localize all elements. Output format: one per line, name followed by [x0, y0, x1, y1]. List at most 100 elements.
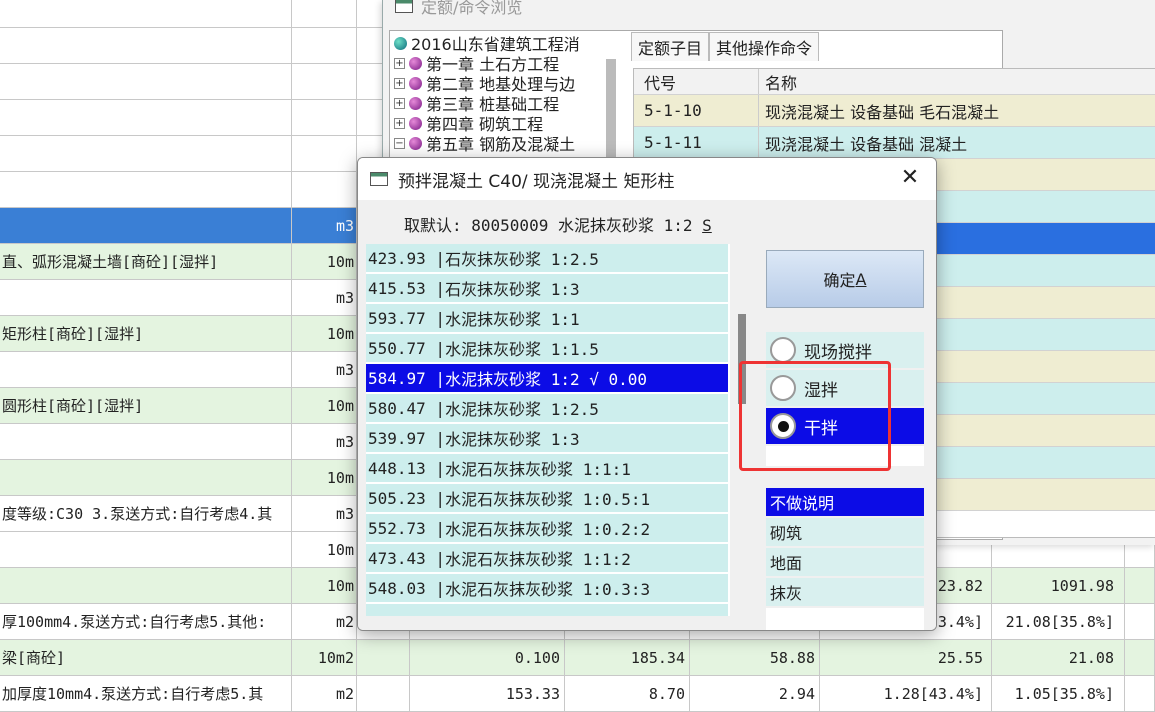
- default-hotkey: S: [702, 216, 712, 235]
- column-header-code: 代号: [634, 69, 759, 94]
- default-selection-line[interactable]: 取默认: 80050009 水泥抹灰砂浆 1:2 S: [404, 212, 712, 236]
- expand-icon[interactable]: +: [394, 117, 405, 129]
- table-cell: 10m: [292, 460, 357, 495]
- table-cell: 厚100mm4.泵送方式:自行考虑5.其他:: [0, 604, 292, 639]
- expand-icon[interactable]: +: [394, 57, 405, 69]
- table-row[interactable]: 加厚度10mm4.泵送方式:自行考虑5.其 m2 153.33 8.70 2.94 1.2…: [0, 676, 1155, 712]
- table-cell: m2: [292, 676, 357, 711]
- table-cell: m3: [292, 208, 357, 243]
- mortar-option[interactable]: 539.97 | 水泥抹灰砂浆 1:3: [366, 424, 728, 452]
- table-cell: 8.70: [565, 676, 690, 711]
- chapter-ball-icon: [409, 56, 422, 70]
- table-cell: [1125, 604, 1155, 639]
- table-cell: 10m: [292, 532, 357, 567]
- tab-quota-items[interactable]: 定额子目: [631, 32, 710, 61]
- expand-icon[interactable]: +: [394, 77, 405, 89]
- table-cell: 2.94: [690, 676, 820, 711]
- mortar-option[interactable]: [366, 604, 728, 616]
- mortar-option-list[interactable]: 423.93 | 石灰抹灰砂浆 1:2.5 415.53 | 石灰抹灰砂浆 1:3…: [366, 244, 730, 616]
- table-cell: m3: [292, 352, 357, 387]
- tab-other-commands[interactable]: 其他操作命令: [709, 32, 820, 61]
- tree-node[interactable]: 2016山东省建筑工程消: [394, 33, 580, 54]
- table-cell: m3: [292, 424, 357, 459]
- tree-node[interactable]: + 第二章 地基处理与边: [394, 73, 575, 94]
- mortar-option[interactable]: 552.73 | 水泥石灰抹灰砂浆 1:0.2:2: [366, 514, 728, 542]
- dialog-titlebar: 预拌混凝土 C40/ 现浇混凝土 矩形柱: [358, 158, 936, 200]
- option-price: 505.23 |: [368, 488, 446, 508]
- table-cell: [292, 28, 357, 63]
- table-cell: [0, 136, 292, 171]
- table-cell: [1125, 676, 1155, 711]
- mortar-option[interactable]: 505.23 | 水泥石灰抹灰砂浆 1:0.5:1: [366, 484, 728, 512]
- table-row[interactable]: 5-1-11 现浇混凝土 设备基础 混凝土: [634, 127, 1155, 159]
- tree-node[interactable]: + 第四章 砌筑工程: [394, 113, 543, 134]
- table-cell: m3: [292, 496, 357, 531]
- mortar-option[interactable]: 423.93 | 石灰抹灰砂浆 1:2.5: [366, 244, 728, 272]
- browse-tabs: 定额子目 其他操作命令: [631, 32, 820, 61]
- table-cell: 1.05[35.8%]: [992, 676, 1125, 711]
- radio-circle[interactable]: [770, 337, 796, 363]
- tree-scrollbar[interactable]: [606, 59, 616, 159]
- table-cell: [357, 640, 410, 675]
- tree-node[interactable]: + 第一章 土石方工程: [394, 53, 559, 74]
- mortar-option[interactable]: 473.43 | 水泥石灰抹灰砂浆 1:1:2: [366, 544, 728, 572]
- mortar-option[interactable]: 448.13 | 水泥石灰抹灰砂浆 1:1:1: [366, 454, 728, 482]
- explanation-option[interactable]: 砌筑: [766, 518, 924, 546]
- mortar-option[interactable]: 548.03 | 水泥石灰抹灰砂浆 1:0.3:3: [366, 574, 728, 602]
- table-cell: [292, 136, 357, 171]
- table-row[interactable]: 梁[商砼] 10m2 0.100 185.34 58.88 25.55 21.08: [0, 640, 1155, 676]
- option-name: 水泥石灰抹灰砂浆 1:0.2:2: [445, 520, 651, 539]
- explanation-option[interactable]: 抹灰: [766, 578, 924, 606]
- table-cell: [0, 208, 292, 243]
- option-name: 水泥石灰抹灰砂浆 1:0.5:1: [445, 490, 651, 509]
- table-cell: 21.08: [992, 640, 1125, 675]
- table-cell: 153.33: [410, 676, 565, 711]
- expand-icon[interactable]: −: [394, 137, 405, 149]
- option-price: 423.93 |: [368, 248, 446, 268]
- table-cell: [292, 100, 357, 135]
- table-cell: [0, 64, 292, 99]
- table-cell: [1125, 568, 1155, 603]
- mortar-option[interactable]: 550.77 | 水泥抹灰砂浆 1:1.5: [366, 334, 728, 362]
- option-price: 584.97 |: [368, 368, 446, 388]
- table-row[interactable]: 5-1-10 现浇混凝土 设备基础 毛石混凝土: [634, 95, 1155, 127]
- window-icon: [395, 0, 413, 13]
- table-cell: [0, 100, 292, 135]
- table-cell: 1091.98: [992, 568, 1125, 603]
- name-cell: 现浇混凝土 设备基础 混凝土: [765, 134, 968, 154]
- mortar-option[interactable]: 580.47 | 水泥抹灰砂浆 1:2.5: [366, 394, 728, 422]
- explanation-option[interactable]: 地面: [766, 548, 924, 576]
- dialog-title: 预拌混凝土 C40/ 现浇混凝土 矩形柱: [398, 171, 675, 192]
- tree-node[interactable]: − 第五章 钢筋及混凝土: [394, 133, 575, 154]
- option-name: 水泥石灰抹灰砂浆 1:1:2: [445, 550, 631, 569]
- option-price: 550.77 |: [368, 338, 446, 358]
- table-cell: m3: [292, 280, 357, 315]
- table-cell: 10m: [292, 568, 357, 603]
- table-cell: 0.100: [410, 640, 565, 675]
- table-cell: [292, 172, 357, 207]
- option-price: 473.43 |: [368, 548, 446, 568]
- table-cell: 185.34: [565, 640, 690, 675]
- dialog-body: 取默认: 80050009 水泥抹灰砂浆 1:2 S 423.93 | 石灰抹灰…: [358, 200, 936, 630]
- option-name: 水泥石灰抹灰砂浆 1:1:1: [445, 460, 631, 479]
- ok-button[interactable]: 确定 A: [766, 250, 924, 308]
- globe-icon: [394, 36, 407, 50]
- mortar-option[interactable]: 415.53 | 石灰抹灰砂浆 1:3: [366, 274, 728, 302]
- table-cell: 加厚度10mm4.泵送方式:自行考虑5.其: [0, 676, 292, 711]
- mortar-option[interactable]: 584.97 | 水泥抹灰砂浆 1:2 √ 0.00: [366, 364, 728, 392]
- option-name: 水泥抹灰砂浆 1:3: [445, 430, 580, 449]
- table-cell: 直、弧形混凝土墙[商砼][湿拌]: [0, 244, 292, 279]
- table-cell: [0, 424, 292, 459]
- close-icon[interactable]: ✕: [898, 166, 922, 190]
- highlight-box: [739, 361, 891, 471]
- expand-icon[interactable]: +: [394, 97, 405, 109]
- column-header-name: 名称: [765, 73, 798, 93]
- table-cell: 梁[商砼]: [0, 640, 292, 675]
- browse-window-title: 定额/命令浏览: [395, 0, 522, 18]
- option-price: 448.13 |: [368, 458, 446, 478]
- tree-node[interactable]: + 第三章 桩基础工程: [394, 93, 559, 114]
- table-cell: 10m: [292, 316, 357, 351]
- mortar-option[interactable]: 593.77 | 水泥抹灰砂浆 1:1: [366, 304, 728, 332]
- table-cell: 度等级:C30 3.泵送方式:自行考虑4.其: [0, 496, 292, 531]
- explanation-option[interactable]: 不做说明: [766, 488, 924, 516]
